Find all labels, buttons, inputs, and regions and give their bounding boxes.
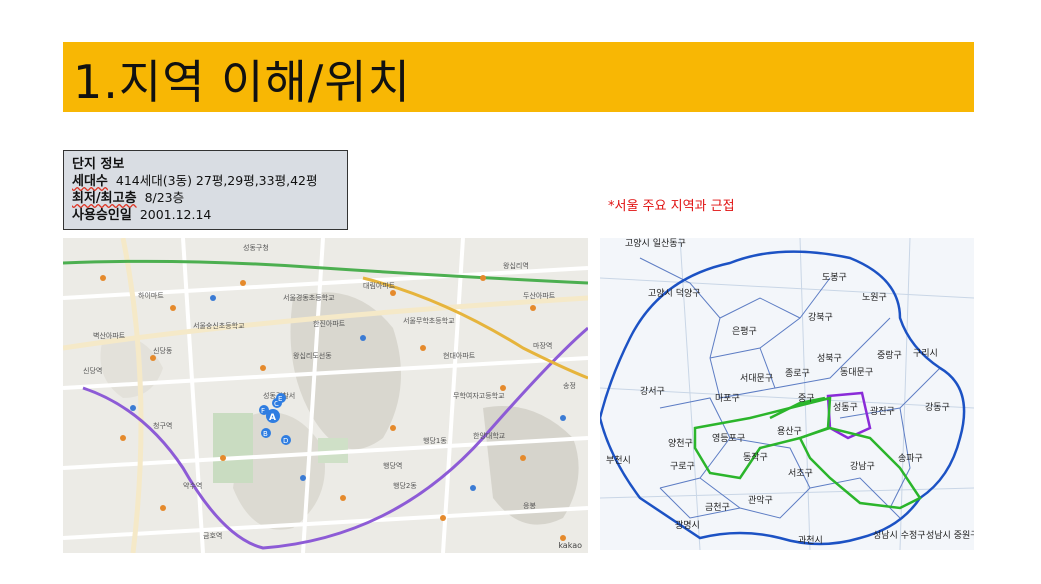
map-label: 서울무학초등학교 bbox=[403, 316, 455, 325]
map-label: 하이마트 bbox=[138, 291, 164, 300]
district-label: 부천시 bbox=[606, 455, 631, 466]
map-label: 청구역 bbox=[153, 421, 172, 430]
marker-label: A bbox=[269, 413, 276, 423]
district-label: 강서구 bbox=[640, 386, 665, 397]
district-label: 광명시 bbox=[675, 519, 700, 531]
map-label: 행당역 bbox=[383, 461, 402, 470]
district-label: 성남시 수정구 bbox=[873, 530, 926, 541]
district-label: 고양시 일산동구 bbox=[625, 238, 686, 249]
district-label: 성동구 bbox=[833, 402, 858, 413]
district-label: 중구 bbox=[798, 393, 815, 404]
map-watermark: kakao bbox=[558, 541, 582, 550]
title-bar: 1.지역 이해/위치 bbox=[63, 42, 974, 112]
seoul-district-map[interactable]: 고양시 일산동구 고양시 덕양구 도봉구 노원구 강북구 은평구 성북구 중랑구… bbox=[600, 238, 974, 550]
district-label: 강남구 bbox=[850, 461, 875, 472]
district-label: 성남시 중원구 bbox=[926, 530, 974, 541]
marker-label: D bbox=[283, 437, 288, 445]
info-row-households: 세대수 414세대(3동) 27평,29평,33평,42평 bbox=[72, 173, 339, 190]
district-label: 강동구 bbox=[925, 402, 950, 413]
info-value: 414세대(3동) 27평,29평,33평,42평 bbox=[115, 173, 318, 188]
info-row-approval: 사용승인일 2001.12.14 bbox=[72, 207, 339, 224]
map-label: 두산아파트 bbox=[523, 291, 556, 300]
info-key: 최저/최고층 bbox=[72, 191, 137, 206]
map-label: 왕십리역 bbox=[503, 261, 529, 270]
map-label: 성동구청 bbox=[243, 243, 269, 252]
map-label: 신당동 bbox=[153, 346, 173, 355]
map-label: 응봉 bbox=[523, 502, 536, 510]
map-label: 한양대학교 bbox=[473, 431, 506, 440]
district-label: 서대문구 bbox=[740, 373, 773, 384]
map-label: 신당역 bbox=[83, 366, 102, 375]
district-label: 성북구 bbox=[817, 353, 842, 364]
map-label: 약수역 bbox=[183, 481, 202, 490]
district-label: 용산구 bbox=[777, 426, 802, 437]
map-label: 행당1동 bbox=[423, 436, 447, 445]
map-label: 왕십리도선동 bbox=[293, 351, 332, 360]
district-label: 마포구 bbox=[715, 393, 740, 404]
map-label: 서울경동초등학교 bbox=[283, 293, 335, 302]
proximity-note: *서울 주요 지역과 근접 bbox=[608, 199, 735, 214]
district-label: 동작구 bbox=[743, 452, 768, 463]
page-title: 1.지역 이해/위치 bbox=[73, 55, 411, 109]
map-label: 무학여자고등학교 bbox=[453, 391, 505, 400]
district-label: 중랑구 bbox=[877, 349, 902, 361]
district-label: 노원구 bbox=[862, 292, 887, 303]
district-label: 관악구 bbox=[748, 494, 773, 506]
street-map-graphic: 성동구청 하이마트 서울숭신초등학교 서울경동초등학교 서울무학초등학교 대림아… bbox=[63, 238, 588, 553]
district-label: 광진구 bbox=[870, 405, 895, 417]
map-label: 행당2동 bbox=[393, 481, 417, 490]
map-label: 서울숭신초등학교 bbox=[193, 321, 245, 330]
district-map-graphic: 고양시 일산동구 고양시 덕양구 도봉구 노원구 강북구 은평구 성북구 중랑구… bbox=[600, 238, 974, 550]
map-label: 송정 bbox=[563, 381, 576, 390]
district-label: 영등포구 bbox=[712, 433, 745, 444]
street-map[interactable]: 성동구청 하이마트 서울숭신초등학교 서울경동초등학교 서울무학초등학교 대림아… bbox=[63, 238, 588, 553]
district-label: 고양시 덕양구 bbox=[648, 288, 701, 299]
district-label: 구로구 bbox=[670, 461, 695, 472]
info-value: 2001.12.14 bbox=[139, 207, 212, 222]
marker-label: F bbox=[261, 407, 265, 415]
marker-label: B bbox=[263, 430, 268, 438]
map-label: 마장역 bbox=[533, 341, 552, 350]
district-label: 과천시 bbox=[798, 535, 823, 546]
district-label: 양천구 bbox=[668, 438, 693, 449]
district-label: 금천구 bbox=[705, 502, 730, 513]
map-label: 금호역 bbox=[203, 531, 222, 540]
district-label: 도봉구 bbox=[822, 272, 847, 283]
info-key: 세대수 bbox=[72, 174, 108, 189]
marker-label: E bbox=[278, 395, 282, 403]
district-label: 송파구 bbox=[898, 453, 923, 464]
district-label: 구리시 bbox=[913, 348, 938, 359]
info-value: 8/23층 bbox=[144, 190, 185, 205]
info-key: 사용승인일 bbox=[72, 208, 132, 223]
info-row-floors: 최저/최고층 8/23층 bbox=[72, 190, 339, 207]
map-label: 현대아파트 bbox=[443, 351, 476, 360]
info-heading: 단지 정보 bbox=[72, 157, 125, 172]
district-label: 강북구 bbox=[808, 312, 833, 323]
map-label: 벽산아파트 bbox=[93, 331, 126, 340]
map-label: 대림아파트 bbox=[363, 281, 396, 290]
district-label: 종로구 bbox=[785, 368, 810, 379]
map-label: 한진아파트 bbox=[313, 319, 346, 328]
complex-info-box: 단지 정보 세대수 414세대(3동) 27평,29평,33평,42평 최저/최고… bbox=[63, 150, 348, 230]
district-label: 서초구 bbox=[788, 468, 813, 479]
district-label: 동대문구 bbox=[840, 367, 873, 378]
district-label: 은평구 bbox=[732, 326, 757, 337]
